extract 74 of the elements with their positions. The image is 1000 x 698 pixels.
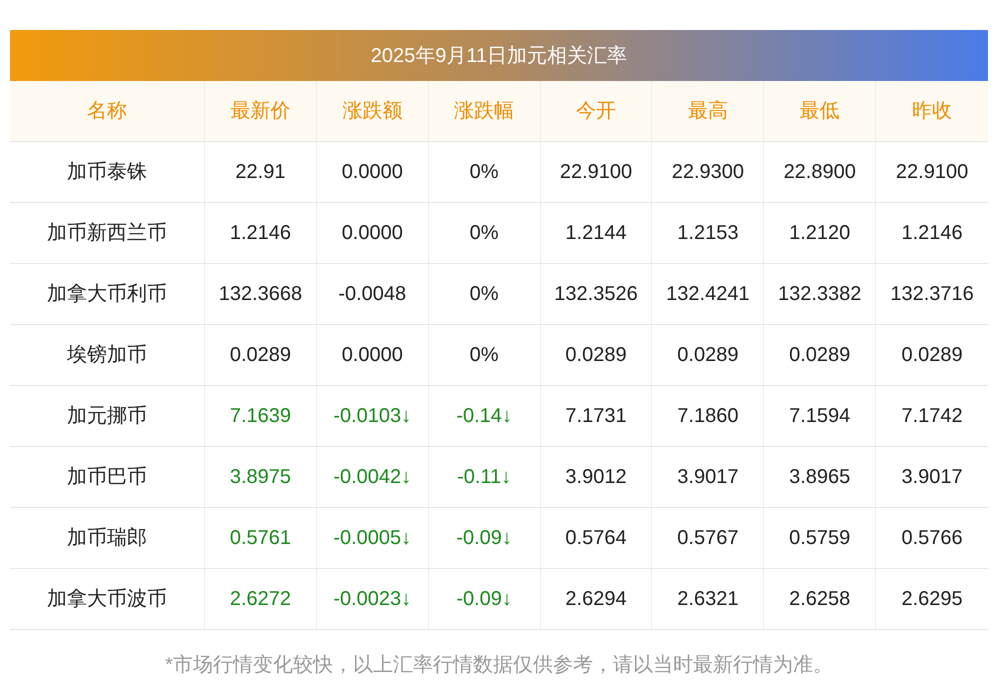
table-cell: 0.0000 [316, 325, 429, 386]
table-cell: 1.2153 [652, 203, 764, 264]
table-cell: 0.5764 [540, 508, 652, 569]
table-cell: -0.09↓ [428, 569, 541, 630]
table-cell: 1.2146 [205, 203, 317, 264]
table-cell: 加币瑞郎 [10, 508, 205, 569]
table-cell: 22.9300 [652, 142, 764, 203]
table-cell: 2.6258 [764, 569, 876, 630]
table-cell: 22.9100 [540, 142, 652, 203]
table-cell: 22.91 [205, 142, 317, 203]
table-cell: -0.0005↓ [316, 508, 429, 569]
table-cell: 0.0000 [316, 203, 429, 264]
column-header: 名称 [10, 81, 205, 142]
table-cell: 7.1594 [764, 386, 876, 447]
table-cell: 1.2144 [540, 203, 652, 264]
table-cell: 0% [428, 142, 541, 203]
table-cell: 加币巴币 [10, 447, 205, 508]
column-header: 最新价 [205, 81, 317, 142]
table-cell: 0.0289 [876, 325, 988, 386]
column-header: 涨跌幅 [428, 81, 541, 142]
table-cell: 132.3668 [205, 264, 317, 325]
table-cell: 0.0289 [652, 325, 764, 386]
table-cell: -0.0042↓ [316, 447, 429, 508]
table-cell: 加币泰铢 [10, 142, 205, 203]
table-cell: -0.0103↓ [316, 386, 429, 447]
table-cell: 加币新西兰币 [10, 203, 205, 264]
table-cell: -0.11↓ [428, 447, 541, 508]
table-cell: -0.09↓ [428, 508, 541, 569]
table-cell: 加元挪币 [10, 386, 205, 447]
table-cell: 0.5761 [205, 508, 317, 569]
table-cell: 0.5759 [764, 508, 876, 569]
table-cell: 7.1742 [876, 386, 988, 447]
table-cell: 埃镑加币 [10, 325, 205, 386]
table-cell: 1.2120 [764, 203, 876, 264]
table-cell: 0.0289 [540, 325, 652, 386]
table-cell: 7.1639 [205, 386, 317, 447]
table-title: 2025年9月11日加元相关汇率 [10, 30, 988, 81]
table-cell: 加拿大币利币 [10, 264, 205, 325]
table-cell: 2.6294 [540, 569, 652, 630]
table-cell: 3.9012 [540, 447, 652, 508]
table-cell: 22.9100 [876, 142, 988, 203]
table-cell: 22.8900 [764, 142, 876, 203]
table-cell: 7.1860 [652, 386, 764, 447]
column-header: 昨收 [876, 81, 988, 142]
table-cell: 0% [428, 264, 541, 325]
table-cell: 7.1731 [540, 386, 652, 447]
table-cell: 加拿大币波币 [10, 569, 205, 630]
table-cell: 2.6272 [205, 569, 317, 630]
table-cell: -0.14↓ [428, 386, 541, 447]
column-header: 最低 [764, 81, 876, 142]
table-cell: 0.0289 [205, 325, 317, 386]
table-cell: 0.5767 [652, 508, 764, 569]
table-cell: 3.8975 [205, 447, 317, 508]
table-cell: 0.5766 [876, 508, 988, 569]
table-cell: 132.3716 [876, 264, 988, 325]
table-cell: 3.9017 [652, 447, 764, 508]
table-cell: 1.2146 [876, 203, 988, 264]
table-cell: 3.8965 [764, 447, 876, 508]
column-header: 今开 [540, 81, 652, 142]
table-cell: -0.0048 [316, 264, 429, 325]
column-header: 最高 [652, 81, 764, 142]
column-header: 涨跌额 [316, 81, 429, 142]
footnote: *市场行情变化较快，以上汇率行情数据仅供参考，请以当时最新行情为准。 [165, 654, 833, 676]
table-cell: 0.0000 [316, 142, 429, 203]
table-cell: 132.4241 [652, 264, 764, 325]
table-cell: 132.3382 [764, 264, 876, 325]
table-cell: -0.0023↓ [316, 569, 429, 630]
table-cell: 0% [428, 203, 541, 264]
table-cell: 132.3526 [540, 264, 652, 325]
table-cell: 3.9017 [876, 447, 988, 508]
table-cell: 0.0289 [764, 325, 876, 386]
table-cell: 2.6295 [876, 569, 988, 630]
table-cell: 2.6321 [652, 569, 764, 630]
table-cell: 0% [428, 325, 541, 386]
